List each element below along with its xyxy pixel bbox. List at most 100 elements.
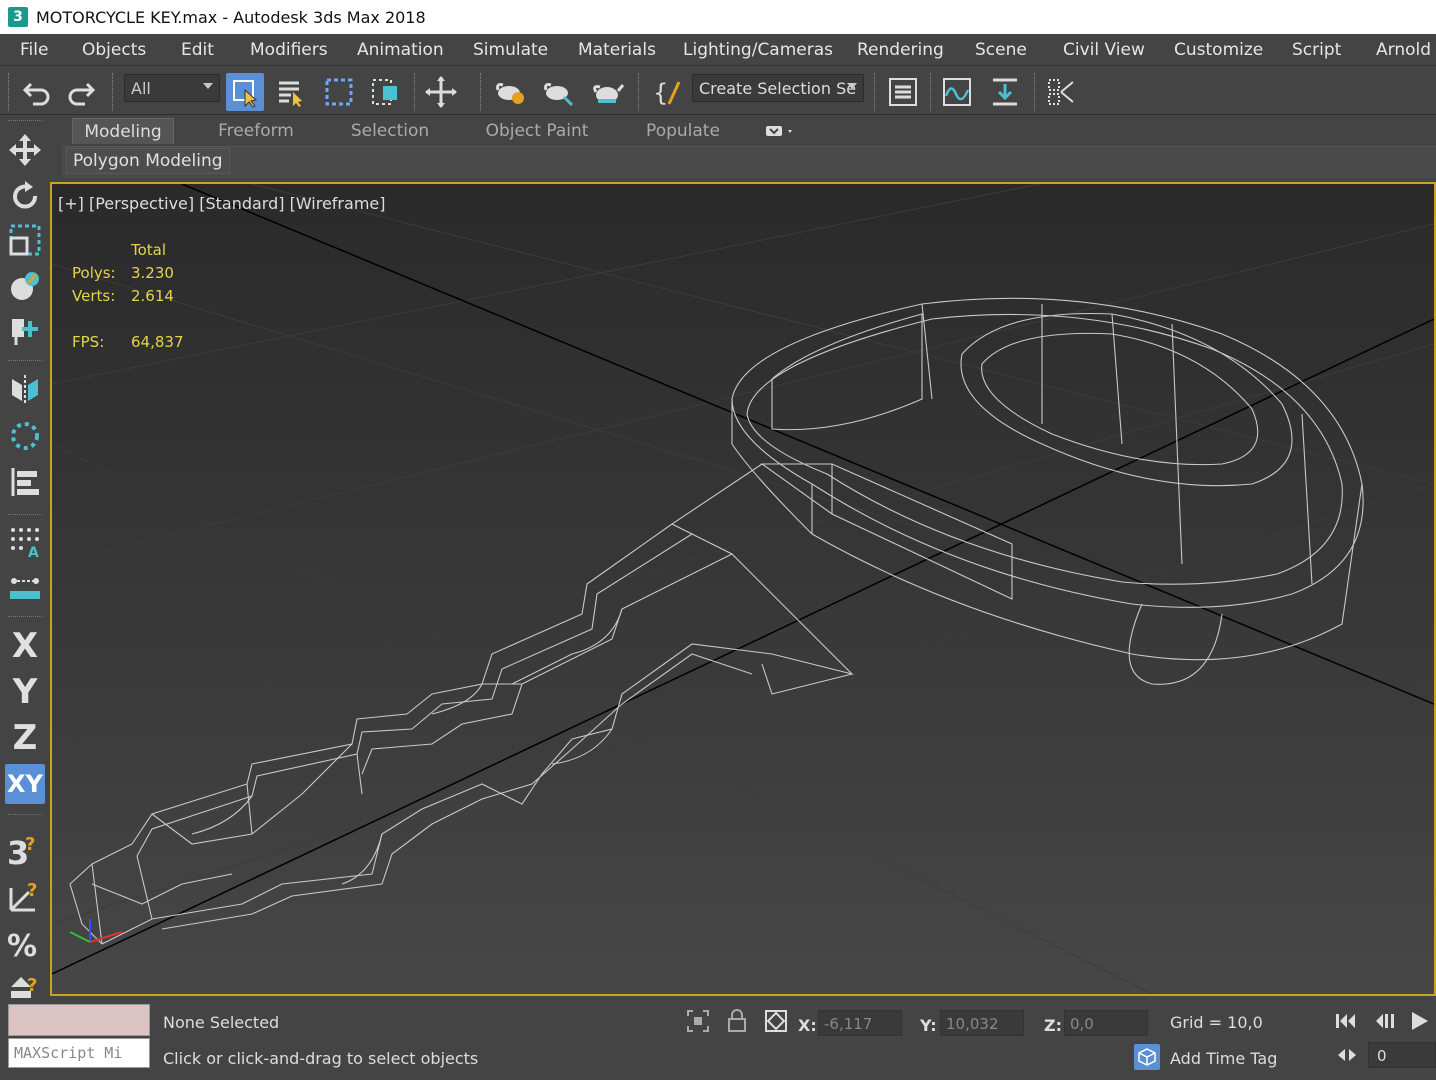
chevron-down-icon	[203, 83, 213, 89]
tab-populate[interactable]: Populate	[640, 118, 726, 144]
menu-bar: File Objects Edit Modifiers Animation Si…	[0, 34, 1436, 66]
selection-filter-dropdown[interactable]: All	[124, 74, 220, 102]
align-icon[interactable]	[5, 462, 45, 502]
svg-text:?: ?	[27, 975, 37, 996]
menu-rendering[interactable]: Rendering	[857, 40, 944, 60]
prompt-line: Click or click-and-drag to select object…	[163, 1049, 479, 1068]
menu-customize[interactable]: Customize	[1174, 40, 1263, 60]
tab-object-paint[interactable]: Object Paint	[480, 118, 594, 144]
svg-text:%: %	[7, 929, 37, 960]
layer-explorer-icon[interactable]	[884, 73, 922, 111]
pivot-icon[interactable]	[5, 312, 45, 352]
viewport-canvas	[52, 184, 1434, 994]
menu-modifiers[interactable]: Modifiers	[250, 40, 328, 60]
tab-selection[interactable]: Selection	[344, 118, 436, 144]
time-config-icon[interactable]	[1334, 1042, 1360, 1068]
svg-text:{: {	[653, 79, 668, 107]
polys-label: Polys:	[72, 264, 116, 282]
select-object-icon[interactable]	[226, 73, 264, 111]
viewport-label[interactable]: [+] [Perspective] [Standard] [Wireframe]	[58, 194, 385, 213]
menu-objects[interactable]: Objects	[82, 40, 146, 60]
maxscript-mini-listener[interactable]: MAXScript Mi	[8, 1038, 150, 1068]
mirror-icon[interactable]	[5, 370, 45, 410]
mirror-icon[interactable]	[1042, 73, 1080, 111]
svg-text:?: ?	[25, 834, 35, 855]
render-teapot-icon[interactable]	[588, 73, 626, 111]
ribbon-panel: Polygon Modeling	[62, 146, 1436, 178]
named-selection-dropdown[interactable]: Create Selection Se	[692, 74, 864, 102]
angle-snap-icon[interactable]: ?	[5, 876, 45, 916]
verts-label: Verts:	[72, 287, 116, 305]
schematic-view-icon[interactable]	[986, 73, 1024, 111]
window-title: MOTORCYCLE KEY.max - Autodesk 3ds Max 20…	[36, 7, 426, 27]
array-icon[interactable]	[5, 416, 45, 456]
redo-icon[interactable]	[62, 73, 100, 111]
rectangular-region-icon[interactable]	[320, 73, 358, 111]
x-coord-label: X:	[798, 1016, 817, 1035]
maxscript-listener-output[interactable]	[8, 1004, 150, 1036]
x-coord-field[interactable]: -6,117	[818, 1010, 902, 1036]
snap-toggle-3d-icon[interactable]: 3?	[5, 830, 45, 870]
menu-scene[interactable]: Scene	[975, 40, 1027, 60]
go-to-start-icon[interactable]	[1333, 1008, 1359, 1034]
named-selection-value: Create Selection Se	[699, 78, 857, 98]
add-time-tag-label[interactable]: Add Time Tag	[1170, 1049, 1277, 1068]
window-crossing-icon[interactable]	[366, 73, 404, 111]
app-icon: 3	[8, 7, 28, 27]
svg-text:A: A	[28, 545, 39, 559]
rotate-icon[interactable]	[5, 176, 45, 216]
tab-modeling[interactable]: Modeling	[72, 118, 174, 144]
menu-script[interactable]: Script	[1292, 40, 1341, 60]
axis-y-button[interactable]: Y	[5, 672, 45, 712]
grid-size: Grid = 10,0	[1170, 1013, 1263, 1032]
place-icon[interactable]	[5, 266, 45, 306]
menu-edit[interactable]: Edit	[181, 40, 214, 60]
axis-xy-button[interactable]: XY	[5, 764, 45, 804]
fps-label: FPS:	[72, 333, 105, 351]
render-setup-icon[interactable]	[492, 73, 530, 111]
current-frame-field[interactable]: 0	[1368, 1042, 1436, 1068]
chevron-down-icon	[847, 83, 857, 89]
select-move-icon[interactable]	[422, 73, 460, 111]
menu-simulate[interactable]: Simulate	[473, 40, 548, 60]
snap-icon[interactable]: A	[5, 522, 45, 562]
previous-frame-icon[interactable]	[1372, 1008, 1398, 1034]
y-coord-label: Y:	[920, 1016, 937, 1035]
undo-icon[interactable]	[18, 73, 56, 111]
selection-filter-value: All	[131, 78, 151, 98]
add-time-tag-icon[interactable]	[1134, 1044, 1160, 1070]
ribbon-options-icon[interactable]	[760, 118, 800, 144]
menu-arnold[interactable]: Arnold	[1376, 40, 1431, 60]
polys-value: 3.230	[131, 264, 174, 282]
polygon-modeling-button[interactable]: Polygon Modeling	[66, 148, 230, 174]
move-icon[interactable]	[5, 130, 45, 170]
axis-z-button[interactable]: Z	[5, 718, 45, 758]
absolute-mode-icon[interactable]	[763, 1008, 789, 1034]
menu-file[interactable]: File	[20, 40, 48, 60]
percent-snap-icon[interactable]: %	[5, 922, 45, 962]
scale-icon[interactable]	[5, 220, 45, 260]
edit-named-sets-icon[interactable]: {	[648, 73, 686, 111]
measure-icon[interactable]	[5, 568, 45, 608]
curve-editor-icon[interactable]	[938, 73, 976, 111]
rendered-frame-icon[interactable]	[540, 73, 578, 111]
z-coord-label: Z:	[1044, 1016, 1062, 1035]
menu-materials[interactable]: Materials	[578, 40, 656, 60]
svg-text:?: ?	[27, 880, 37, 901]
viewport-stats: Total Polys: 3.230 Verts: 2.614 FPS: 64,837	[72, 239, 184, 354]
stats-header: Total	[131, 241, 167, 259]
menu-civil-view[interactable]: Civil View	[1063, 40, 1145, 60]
menu-animation[interactable]: Animation	[357, 40, 444, 60]
perspective-viewport[interactable]: [+] [Perspective] [Standard] [Wireframe]…	[50, 182, 1436, 996]
isolate-selection-icon[interactable]	[685, 1008, 711, 1034]
z-coord-field[interactable]: 0,0	[1064, 1010, 1148, 1036]
menu-lighting-cameras[interactable]: Lighting/Cameras	[683, 40, 833, 60]
fps-value: 64,837	[131, 333, 184, 351]
tab-freeform[interactable]: Freeform	[210, 118, 302, 144]
y-coord-field[interactable]: 10,032	[940, 1010, 1024, 1036]
play-icon[interactable]	[1406, 1008, 1432, 1034]
lock-icon[interactable]	[724, 1008, 750, 1034]
axis-x-button[interactable]: X	[5, 626, 45, 666]
ribbon-tabs: Modeling Freeform Selection Object Paint…	[62, 116, 1436, 146]
select-by-name-icon[interactable]	[272, 73, 310, 111]
